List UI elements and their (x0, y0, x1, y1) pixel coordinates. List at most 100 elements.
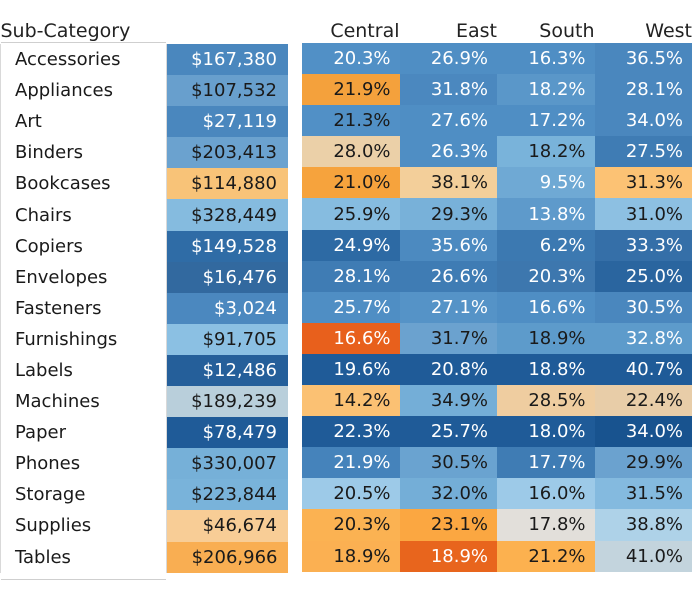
percent-cell-south[interactable]: 16.3% (497, 43, 595, 75)
percent-cell-central[interactable]: 28.1% (302, 260, 400, 292)
table-row[interactable]: Paper $78,479 (0, 417, 288, 449)
percent-cell-central[interactable]: 18.9% (302, 540, 400, 572)
table-row[interactable]: 21.9% 30.5% 17.7% 29.9% (302, 447, 692, 479)
percent-cell-south[interactable]: 6.2% (497, 229, 595, 261)
percent-cell-west[interactable]: 34.0% (594, 105, 692, 137)
percent-cell-east[interactable]: 18.9% (399, 540, 497, 572)
table-row[interactable]: Labels $12,486 (0, 354, 288, 387)
percent-cell-south[interactable]: 9.5% (497, 167, 595, 199)
sales-value-cell[interactable]: $330,007 (166, 448, 288, 480)
percent-cell-west[interactable]: 27.5% (594, 136, 692, 168)
percent-cell-east[interactable]: 31.8% (399, 74, 497, 106)
table-row[interactable]: 16.6% 31.7% 18.9% 32.8% (302, 322, 692, 354)
percent-cell-west[interactable]: 32.8% (594, 322, 692, 354)
table-row[interactable]: Tables $206,966 (0, 541, 288, 573)
percent-cell-east[interactable]: 27.1% (399, 291, 497, 323)
percent-cell-central[interactable]: 20.3% (302, 43, 400, 75)
percent-cell-south[interactable]: 18.9% (497, 322, 595, 354)
table-row[interactable]: Appliances $107,532 (0, 75, 288, 107)
sales-value-cell[interactable]: $12,486 (166, 354, 288, 387)
sales-value-cell[interactable]: $189,239 (166, 386, 288, 418)
percent-cell-south[interactable]: 16.6% (497, 291, 595, 323)
percent-cell-central[interactable]: 19.6% (302, 353, 400, 386)
table-row[interactable]: Chairs $328,449 (0, 199, 288, 231)
sales-value-cell[interactable]: $78,479 (166, 417, 288, 449)
table-row[interactable]: 20.3% 23.1% 17.8% 38.8% (302, 509, 692, 541)
sales-value-cell[interactable]: $27,119 (166, 106, 288, 138)
percent-cell-east[interactable]: 23.1% (399, 509, 497, 541)
sales-value-cell[interactable]: $223,844 (166, 479, 288, 511)
percent-cell-east[interactable]: 27.6% (399, 105, 497, 137)
percent-cell-east[interactable]: 30.5% (399, 447, 497, 479)
percent-cell-west[interactable]: 36.5% (594, 43, 692, 75)
percent-cell-west[interactable]: 31.3% (594, 167, 692, 199)
percent-cell-central[interactable]: 20.5% (302, 478, 400, 510)
percent-cell-central[interactable]: 22.3% (302, 416, 400, 448)
percent-cell-central[interactable]: 21.9% (302, 447, 400, 479)
table-row[interactable]: 21.3% 27.6% 17.2% 34.0% (302, 105, 692, 137)
percent-cell-west[interactable]: 30.5% (594, 291, 692, 323)
table-row[interactable]: Accessories $167,380 (0, 44, 288, 76)
table-row[interactable]: 20.5% 32.0% 16.0% 31.5% (302, 478, 692, 510)
percent-cell-east[interactable]: 32.0% (399, 478, 497, 510)
percent-cell-south[interactable]: 16.0% (497, 478, 595, 510)
sales-value-cell[interactable]: $3,024 (166, 292, 288, 324)
table-row[interactable]: Art $27,119 (0, 106, 288, 138)
percent-cell-central[interactable]: 21.0% (302, 167, 400, 199)
percent-cell-west[interactable]: 22.4% (594, 385, 692, 417)
percent-cell-central[interactable]: 21.3% (302, 105, 400, 137)
table-row[interactable]: 18.9% 18.9% 21.2% 41.0% (302, 540, 692, 572)
sales-value-cell[interactable]: $167,380 (166, 44, 288, 76)
percent-cell-east[interactable]: 26.3% (399, 136, 497, 168)
percent-cell-central[interactable]: 16.6% (302, 322, 400, 354)
percent-cell-south[interactable]: 20.3% (497, 260, 595, 292)
table-row[interactable]: Machines $189,239 (0, 386, 288, 418)
percent-cell-west[interactable]: 25.0% (594, 260, 692, 292)
percent-cell-west[interactable]: 33.3% (594, 229, 692, 261)
percent-cell-east[interactable]: 31.7% (399, 322, 497, 354)
sales-value-cell[interactable]: $46,674 (166, 510, 288, 542)
sales-value-cell[interactable]: $16,476 (166, 261, 288, 293)
percent-cell-east[interactable]: 25.7% (399, 416, 497, 448)
table-row[interactable]: 19.6% 20.8% 18.8% 40.7% (302, 353, 692, 386)
table-row[interactable]: 21.9% 31.8% 18.2% 28.1% (302, 74, 692, 106)
percent-cell-south[interactable]: 17.8% (497, 509, 595, 541)
table-row[interactable]: Phones $330,007 (0, 448, 288, 480)
percent-cell-west[interactable]: 38.8% (594, 509, 692, 541)
percent-cell-south[interactable]: 21.2% (497, 540, 595, 572)
table-row[interactable]: 14.2% 34.9% 28.5% 22.4% (302, 385, 692, 417)
table-row[interactable]: 20.3% 26.9% 16.3% 36.5% (302, 43, 692, 75)
percent-cell-west[interactable]: 40.7% (594, 353, 692, 386)
percent-cell-central[interactable]: 20.3% (302, 509, 400, 541)
sales-value-cell[interactable]: $107,532 (166, 75, 288, 107)
table-row[interactable]: Storage $223,844 (0, 479, 288, 511)
percent-cell-west[interactable]: 28.1% (594, 74, 692, 106)
percent-cell-east[interactable]: 34.9% (399, 385, 497, 417)
percent-cell-east[interactable]: 26.9% (399, 43, 497, 75)
percent-cell-west[interactable]: 31.5% (594, 478, 692, 510)
percent-cell-south[interactable]: 18.8% (497, 353, 595, 386)
percent-cell-south[interactable]: 28.5% (497, 385, 595, 417)
percent-cell-west[interactable]: 29.9% (594, 447, 692, 479)
table-row[interactable]: 25.9% 29.3% 13.8% 31.0% (302, 198, 692, 230)
percent-cell-west[interactable]: 31.0% (594, 198, 692, 230)
percent-cell-south[interactable]: 18.2% (497, 136, 595, 168)
percent-cell-west[interactable]: 34.0% (594, 416, 692, 448)
percent-cell-central[interactable]: 14.2% (302, 385, 400, 417)
sales-value-cell[interactable]: $328,449 (166, 199, 288, 231)
percent-cell-south[interactable]: 17.7% (497, 447, 595, 479)
sales-value-cell[interactable]: $114,880 (166, 168, 288, 200)
percent-cell-central[interactable]: 25.9% (302, 198, 400, 230)
percent-cell-south[interactable]: 17.2% (497, 105, 595, 137)
sales-value-cell[interactable]: $91,705 (166, 323, 288, 355)
percent-cell-west[interactable]: 41.0% (594, 540, 692, 572)
percent-cell-central[interactable]: 24.9% (302, 229, 400, 261)
table-row[interactable]: 21.0% 38.1% 9.5% 31.3% (302, 167, 692, 199)
percent-cell-east[interactable]: 20.8% (399, 353, 497, 386)
percent-cell-south[interactable]: 18.2% (497, 74, 595, 106)
table-row[interactable]: 28.1% 26.6% 20.3% 25.0% (302, 260, 692, 292)
sales-value-cell[interactable]: $206,966 (166, 541, 288, 573)
table-row[interactable]: Furnishings $91,705 (0, 323, 288, 355)
table-row[interactable]: 25.7% 27.1% 16.6% 30.5% (302, 291, 692, 323)
percent-cell-central[interactable]: 28.0% (302, 136, 400, 168)
